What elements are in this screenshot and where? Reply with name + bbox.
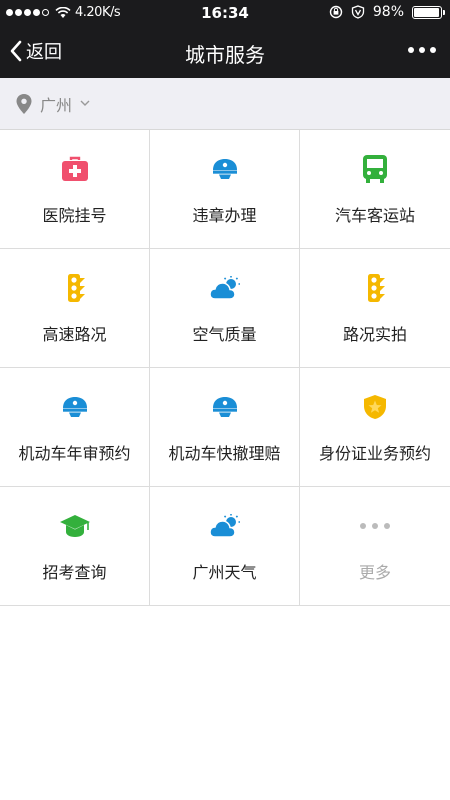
cloud-sun-icon — [208, 509, 242, 543]
bus-icon — [358, 152, 392, 186]
service-item[interactable]: 高速路况 — [0, 249, 150, 368]
service-item[interactable]: 路况实拍 — [300, 249, 450, 368]
battery-percent: 98% — [372, 4, 404, 20]
service-label: 更多 — [358, 563, 391, 582]
service-label: 空气质量 — [192, 325, 257, 344]
more-dot-icon — [419, 47, 425, 53]
service-label: 高速路况 — [42, 325, 107, 344]
traffic-light-icon — [58, 271, 92, 305]
police-cap-icon — [208, 390, 242, 424]
service-item[interactable]: 空气质量 — [150, 249, 300, 368]
traffic-light-icon — [358, 271, 392, 305]
service-label: 违章办理 — [192, 206, 257, 225]
vpn-shield-icon — [351, 5, 365, 19]
service-label: 医院挂号 — [42, 206, 107, 225]
service-item[interactable]: 违章办理 — [150, 130, 300, 249]
service-item[interactable]: 身份证业务预约 — [300, 368, 450, 487]
rotation-lock-icon — [329, 5, 343, 19]
status-right: 98% — [329, 4, 445, 20]
service-item[interactable]: 广州天气 — [150, 487, 300, 606]
police-badge-icon — [358, 390, 392, 424]
service-label: 机动车年审预约 — [18, 444, 131, 463]
service-label: 路况实拍 — [342, 325, 407, 344]
service-item[interactable]: 机动车快撤理赔 — [150, 368, 300, 487]
medical-kit-icon — [58, 152, 92, 186]
more-dot-icon — [430, 47, 436, 53]
service-item[interactable]: 招考查询 — [0, 487, 150, 606]
police-cap-icon — [208, 152, 242, 186]
service-item[interactable]: 汽车客运站 — [300, 130, 450, 249]
more-dots-icon — [358, 509, 392, 543]
more-dot-icon — [408, 47, 414, 53]
status-bar: 4.20K/s 16:34 98% — [0, 0, 450, 26]
police-cap-icon — [58, 390, 92, 424]
battery-icon — [412, 5, 445, 19]
service-label: 身份证业务预约 — [318, 444, 431, 463]
service-item[interactable]: 机动车年审预约 — [0, 368, 150, 487]
service-item-more[interactable]: 更多 — [300, 487, 450, 606]
graduation-cap-icon — [58, 509, 92, 543]
city-name: 广州 — [40, 95, 73, 115]
service-label: 招考查询 — [42, 563, 107, 582]
service-label: 机动车快撤理赔 — [168, 444, 281, 463]
cloud-sun-icon — [208, 271, 242, 305]
page-title: 城市服务 — [185, 43, 265, 67]
more-options-button[interactable] — [408, 47, 436, 53]
nav-bar: 返回 城市服务 — [0, 26, 450, 78]
location-pin-icon — [16, 93, 32, 114]
service-label: 广州天气 — [192, 563, 257, 582]
city-selector[interactable]: 广州 — [0, 78, 450, 130]
chevron-down-icon — [80, 100, 90, 106]
service-item[interactable]: 医院挂号 — [0, 130, 150, 249]
service-grid: 医院挂号 违章办理 汽车客运站 高速路况 空气质量 路况实拍 机动车年审预约 机… — [0, 130, 450, 606]
service-label: 汽车客运站 — [334, 206, 415, 225]
